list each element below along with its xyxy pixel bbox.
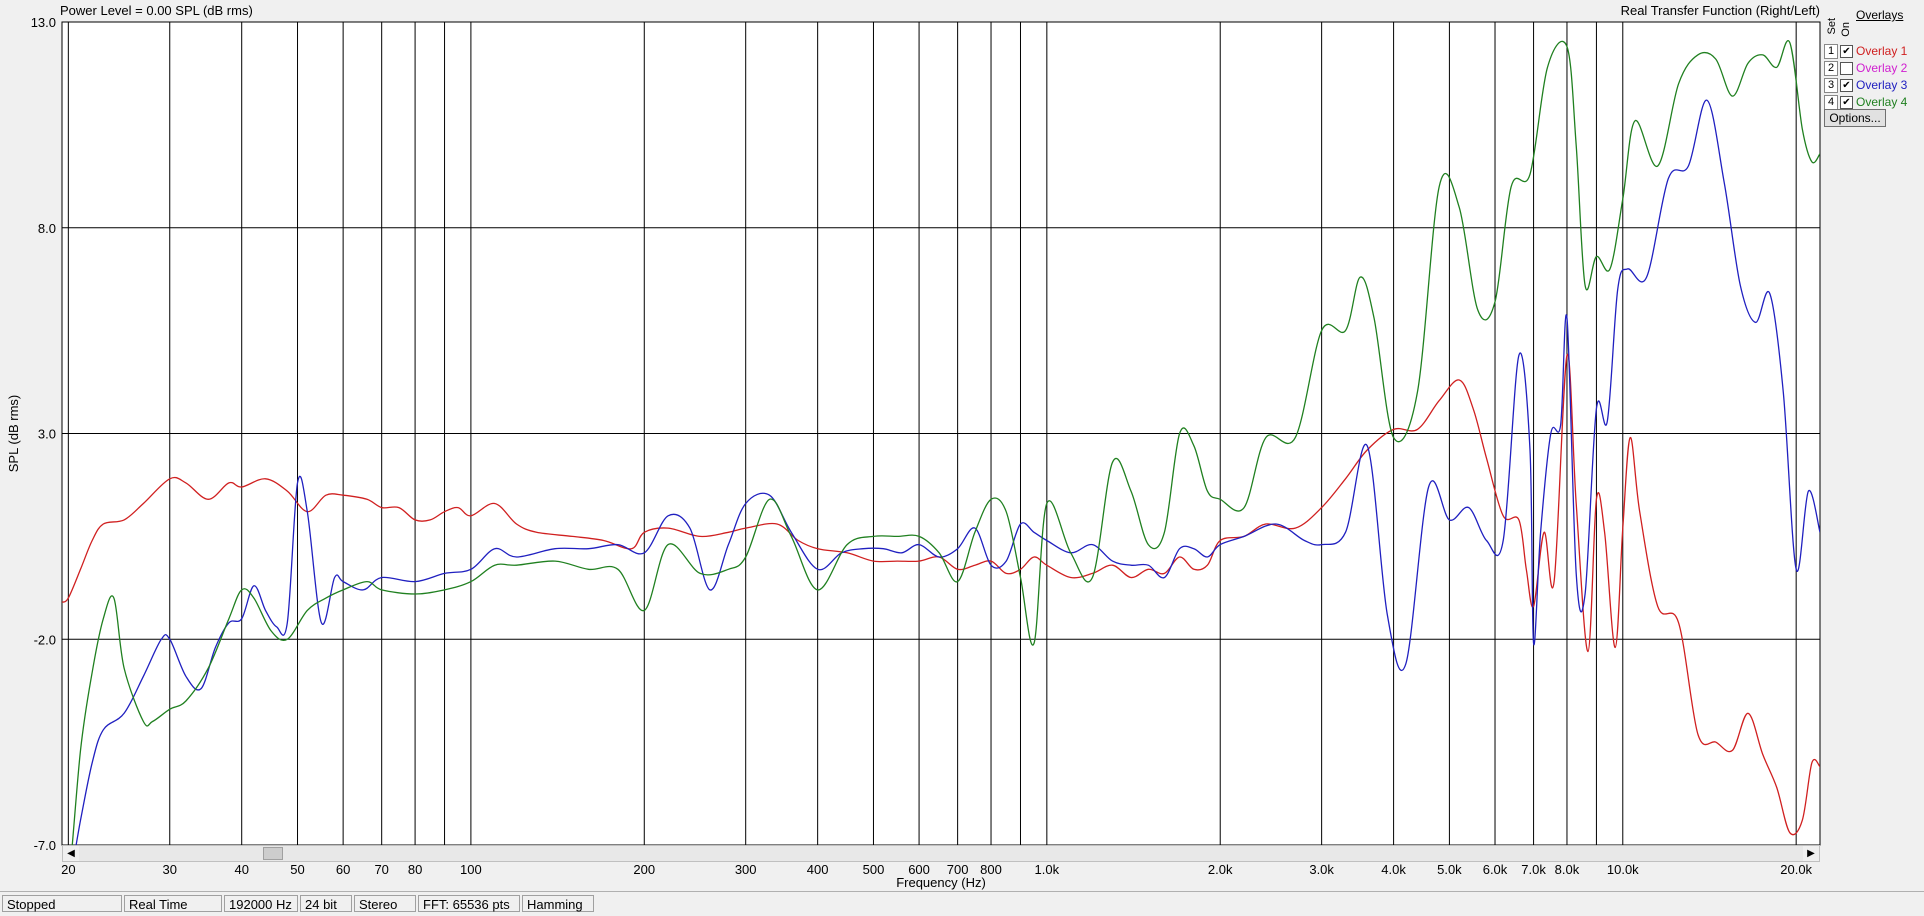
x-tick-label: 4.0k xyxy=(1381,862,1406,877)
y-tick-label: -2.0 xyxy=(34,632,56,647)
x-tick-label: 40 xyxy=(234,862,248,877)
scroll-right-arrow-icon[interactable]: ▶ xyxy=(1803,846,1819,861)
spectrum-chart: 20 30 40 50 60 70 80 100 200 300 400 500 600 700 800 1.… xyxy=(6,15,1821,890)
overlay-row: 4 ✔ Overlay 4 xyxy=(1822,95,1922,110)
status-sample-rate: 192000 Hz xyxy=(224,895,298,912)
x-tick-label: 80 xyxy=(408,862,422,877)
app-window: Power Level = 0.00 SPL (dB rms) Real Tra… xyxy=(0,0,1924,916)
y-tick-label: -7.0 xyxy=(34,838,56,853)
x-tick-label: 10.0k xyxy=(1607,862,1639,877)
overlay-on-checkbox[interactable]: ✔ xyxy=(1840,79,1853,92)
x-tick-label: 500 xyxy=(863,862,885,877)
x-tick-label: 200 xyxy=(633,862,655,877)
status-mode: Real Time xyxy=(124,895,222,912)
x-tick-label: 3.0k xyxy=(1309,862,1334,877)
status-window: Hamming xyxy=(522,895,594,912)
overlay-panel: Set On Overlays 1 ✔ Overlay 1 2 Overlay 2 3 ✔ O… xyxy=(1822,0,1924,880)
overlay-label: Overlay 4 xyxy=(1856,95,1908,109)
status-fft: FFT: 65536 pts xyxy=(418,895,520,912)
y-tick-labels: 13.0 8.0 3.0 -2.0 -7.0 xyxy=(31,15,56,853)
options-button[interactable]: Options... xyxy=(1824,109,1886,127)
y-axis-title: SPL (dB rms) xyxy=(6,395,21,473)
overlay-on-checkbox[interactable] xyxy=(1840,62,1853,75)
y-tick-label: 8.0 xyxy=(38,221,56,236)
overlay-set-button[interactable]: 1 xyxy=(1824,44,1838,59)
overlay-set-button[interactable]: 2 xyxy=(1824,61,1838,76)
overlay-row: 2 Overlay 2 xyxy=(1822,61,1922,76)
overlay-set-header: Set xyxy=(1826,18,1838,35)
overlays-title: Overlays xyxy=(1856,8,1904,22)
x-tick-label: 8.0k xyxy=(1555,862,1580,877)
overlay-on-header: On xyxy=(1840,22,1852,37)
x-tick-label: 60 xyxy=(336,862,350,877)
x-tick-label: 300 xyxy=(735,862,757,877)
overlay-on-checkbox[interactable]: ✔ xyxy=(1840,96,1853,109)
x-tick-label: 20 xyxy=(61,862,75,877)
x-tick-label: 2.0k xyxy=(1208,862,1233,877)
status-channels: Stereo xyxy=(354,895,416,912)
x-tick-label: 20.0k xyxy=(1780,862,1812,877)
overlay-label: Overlay 3 xyxy=(1856,78,1908,92)
y-tick-label: 13.0 xyxy=(31,15,56,30)
overlay-label: Overlay 1 xyxy=(1856,44,1908,58)
x-tick-label: 100 xyxy=(460,862,482,877)
status-bit-depth: 24 bit xyxy=(300,895,352,912)
y-tick-label: 3.0 xyxy=(38,427,56,442)
x-tick-label: 30 xyxy=(163,862,177,877)
overlay-row: 1 ✔ Overlay 1 xyxy=(1822,44,1922,59)
x-tick-label: 50 xyxy=(290,862,304,877)
status-bar: Stopped Real Time 192000 Hz 24 bit Stere… xyxy=(0,891,1924,916)
scroll-left-arrow-icon[interactable]: ◀ xyxy=(63,846,79,861)
x-tick-label: 400 xyxy=(807,862,829,877)
x-tick-label: 6.0k xyxy=(1483,862,1508,877)
overlay-set-button[interactable]: 4 xyxy=(1824,95,1838,110)
overlay-set-button[interactable]: 3 xyxy=(1824,78,1838,93)
scrollbar-thumb[interactable] xyxy=(263,847,283,860)
overlay-on-checkbox[interactable]: ✔ xyxy=(1840,45,1853,58)
x-axis-title: Frequency (Hz) xyxy=(896,875,986,890)
x-tick-label: 5.0k xyxy=(1437,862,1462,877)
x-tick-label: 1.0k xyxy=(1035,862,1060,877)
x-tick-label: 70 xyxy=(374,862,388,877)
status-state: Stopped xyxy=(2,895,122,912)
overlay-row: 3 ✔ Overlay 3 xyxy=(1822,78,1922,93)
frequency-scrollbar[interactable]: ◀ ▶ xyxy=(62,845,1820,862)
x-tick-label: 7.0k xyxy=(1521,862,1546,877)
overlay-label: Overlay 2 xyxy=(1856,61,1908,75)
